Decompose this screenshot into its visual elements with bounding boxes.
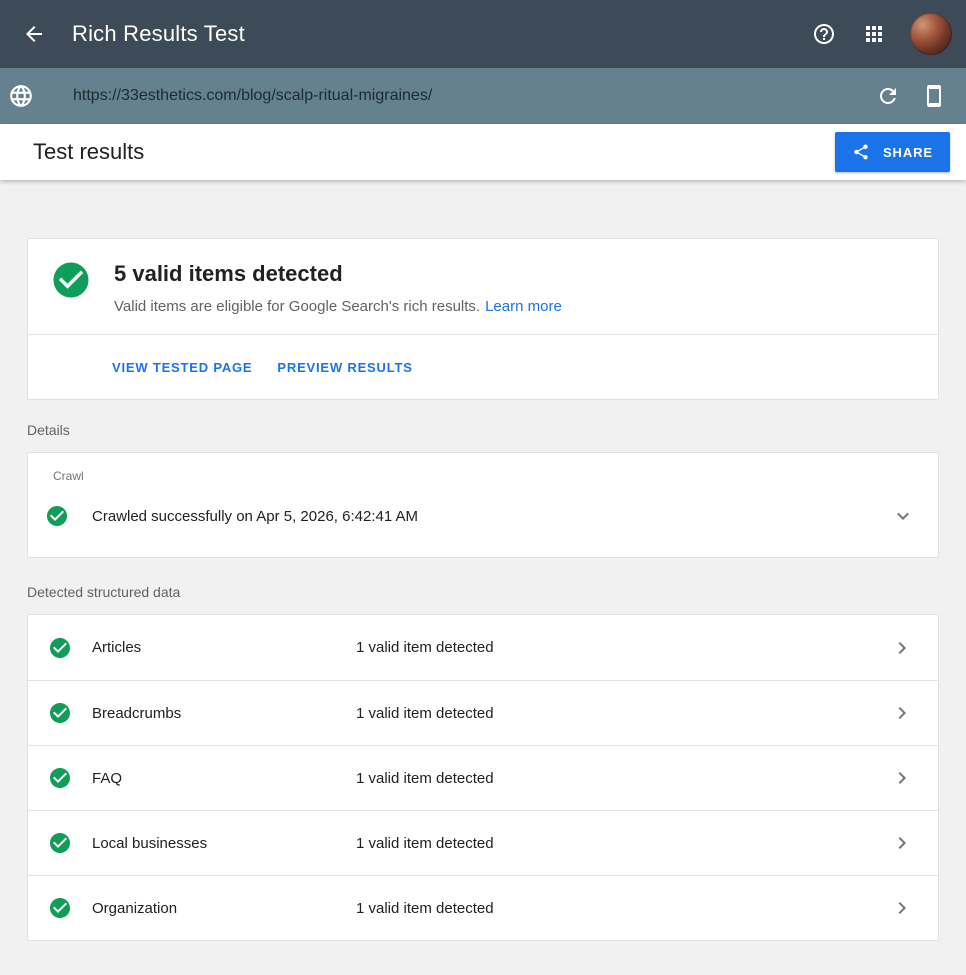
summary-title: 5 valid items detected: [114, 261, 562, 287]
row-name: Breadcrumbs: [92, 705, 356, 722]
row-name: FAQ: [92, 770, 356, 787]
row-status: 1 valid item detected: [356, 639, 890, 656]
share-icon: [852, 143, 870, 161]
valid-check-icon: [48, 636, 72, 660]
structured-data-row-articles[interactable]: Articles 1 valid item detected: [28, 615, 938, 680]
valid-check-icon: [48, 896, 72, 920]
summary-card-top: 5 valid items detected Valid items are e…: [28, 239, 938, 334]
structured-data-row-breadcrumbs[interactable]: Breadcrumbs 1 valid item detected: [28, 680, 938, 745]
row-status: 1 valid item detected: [356, 835, 890, 852]
top-bar: Rich Results Test: [0, 0, 966, 68]
structured-data-section-label: Detected structured data: [27, 584, 939, 600]
main-content: 5 valid items detected Valid items are e…: [0, 180, 966, 941]
globe-icon: [8, 83, 34, 109]
back-arrow-icon: [22, 22, 46, 46]
help-button[interactable]: [804, 14, 844, 54]
crawl-expand-button[interactable]: [891, 504, 915, 528]
mobile-device-button[interactable]: [918, 80, 950, 112]
structured-data-row-organization[interactable]: Organization 1 valid item detected: [28, 875, 938, 940]
results-header-bar: Test results SHARE: [0, 124, 966, 180]
row-name: Local businesses: [92, 835, 356, 852]
chevron-right-icon: [890, 636, 914, 660]
structured-data-row-local-businesses[interactable]: Local businesses 1 valid item detected: [28, 810, 938, 875]
app-title: Rich Results Test: [72, 21, 245, 47]
back-button[interactable]: [14, 14, 54, 54]
share-button-label: SHARE: [883, 145, 933, 160]
crawl-card: Crawl Crawled successfully on Apr 5, 202…: [27, 452, 939, 558]
urlbar-actions: [872, 80, 950, 112]
row-name: Articles: [92, 639, 356, 656]
apps-grid-button[interactable]: [854, 14, 894, 54]
share-button[interactable]: SHARE: [835, 132, 950, 172]
row-status: 1 valid item detected: [356, 900, 890, 917]
summary-subtitle-text: Valid items are eligible for Google Sear…: [114, 298, 480, 315]
row-status: 1 valid item detected: [356, 705, 890, 722]
summary-texts: 5 valid items detected Valid items are e…: [114, 259, 562, 317]
topbar-actions: [804, 13, 952, 55]
avatar[interactable]: [910, 13, 952, 55]
structured-data-list: Articles 1 valid item detected Breadcrum…: [27, 614, 939, 941]
crawl-status-row[interactable]: Crawled successfully on Apr 5, 2026, 6:4…: [45, 499, 921, 533]
summary-actions: VIEW TESTED PAGE PREVIEW RESULTS: [28, 335, 938, 399]
view-tested-page-button[interactable]: VIEW TESTED PAGE: [104, 349, 260, 385]
chevron-right-icon: [890, 766, 914, 790]
chevron-right-icon: [890, 896, 914, 920]
summary-subtitle: Valid items are eligible for Google Sear…: [114, 296, 562, 317]
valid-check-icon: [48, 701, 72, 725]
refresh-icon: [876, 84, 900, 108]
preview-results-button[interactable]: PREVIEW RESULTS: [269, 349, 420, 385]
smartphone-icon: [922, 84, 946, 108]
crawl-status-text: Crawled successfully on Apr 5, 2026, 6:4…: [92, 508, 891, 525]
page-title: Test results: [33, 139, 144, 165]
tested-url: https://33esthetics.com/blog/scalp-ritua…: [73, 87, 872, 105]
apps-grid-icon: [862, 22, 886, 46]
chevron-right-icon: [890, 701, 914, 725]
chevron-down-icon: [891, 504, 915, 528]
url-bar: https://33esthetics.com/blog/scalp-ritua…: [0, 68, 966, 124]
details-section-label: Details: [27, 422, 939, 438]
learn-more-link[interactable]: Learn more: [485, 298, 562, 315]
chevron-right-icon: [890, 831, 914, 855]
structured-data-row-faq[interactable]: FAQ 1 valid item detected: [28, 745, 938, 810]
crawl-label: Crawl: [53, 469, 921, 483]
row-status: 1 valid item detected: [356, 770, 890, 787]
summary-card: 5 valid items detected Valid items are e…: [27, 238, 939, 400]
help-icon: [812, 22, 836, 46]
row-name: Organization: [92, 900, 356, 917]
valid-check-icon: [48, 766, 72, 790]
valid-check-icon: [48, 831, 72, 855]
refresh-button[interactable]: [872, 80, 904, 112]
success-check-icon: [50, 259, 92, 301]
crawl-success-check-icon: [45, 504, 69, 528]
